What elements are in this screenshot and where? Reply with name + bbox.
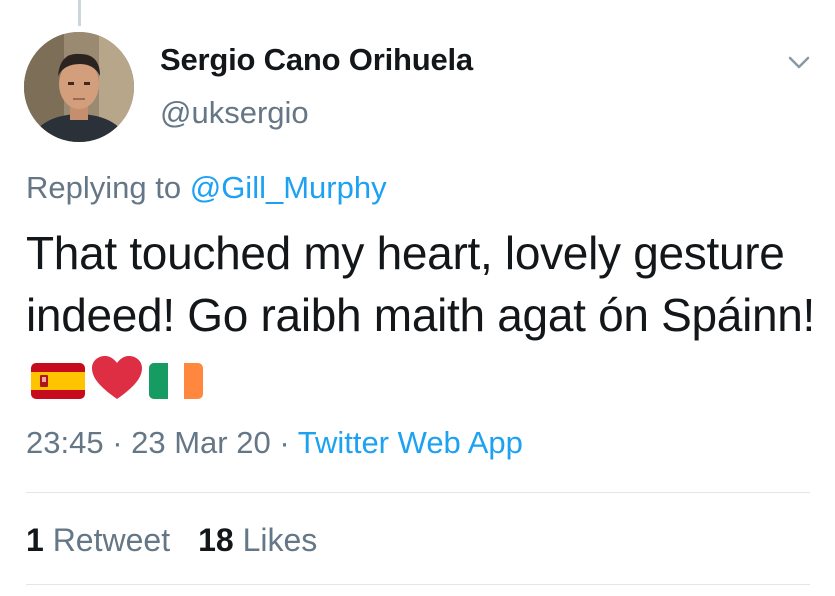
like-count: 18: [198, 522, 234, 558]
user-handle[interactable]: @uksergio: [160, 95, 309, 131]
display-name[interactable]: Sergio Cano Orihuela: [160, 42, 473, 78]
likes-stat[interactable]: 18 Likes: [198, 522, 317, 558]
tweet-meta: 23:45 · 23 Mar 20 · Twitter Web App: [26, 425, 523, 461]
replying-prefix: Replying to: [26, 170, 190, 205]
avatar-photo: [24, 32, 134, 142]
divider-top: [26, 492, 810, 493]
tweet-text: That touched my heart, lovely gesture in…: [26, 222, 816, 416]
like-label: Likes: [242, 522, 318, 558]
meta-separator: ·: [270, 425, 298, 460]
tweet-time[interactable]: 23:45: [26, 425, 104, 460]
tweet-body: That touched my heart, lovely gesture in…: [26, 227, 816, 341]
retweet-label: Retweet: [52, 522, 171, 558]
spain-flag-icon: [30, 354, 86, 416]
tweet-date[interactable]: 23 Mar 20: [131, 425, 271, 460]
red-heart-icon: [90, 354, 144, 416]
retweets-stat[interactable]: 1 Retweet: [26, 522, 170, 558]
tweet-stats: 1 Retweet 18 Likes: [26, 522, 317, 559]
reply-mention-link[interactable]: @Gill_Murphy: [190, 170, 387, 205]
ireland-flag-icon: [148, 354, 204, 416]
tweet-source-link[interactable]: Twitter Web App: [298, 425, 523, 460]
retweet-count: 1: [26, 522, 44, 558]
thread-connector-line: [78, 0, 81, 26]
avatar[interactable]: [24, 32, 134, 142]
chevron-down-icon[interactable]: [786, 52, 812, 72]
divider-bottom: [26, 584, 810, 585]
replying-to: Replying to @Gill_Murphy: [26, 170, 387, 206]
meta-separator: ·: [103, 425, 132, 460]
